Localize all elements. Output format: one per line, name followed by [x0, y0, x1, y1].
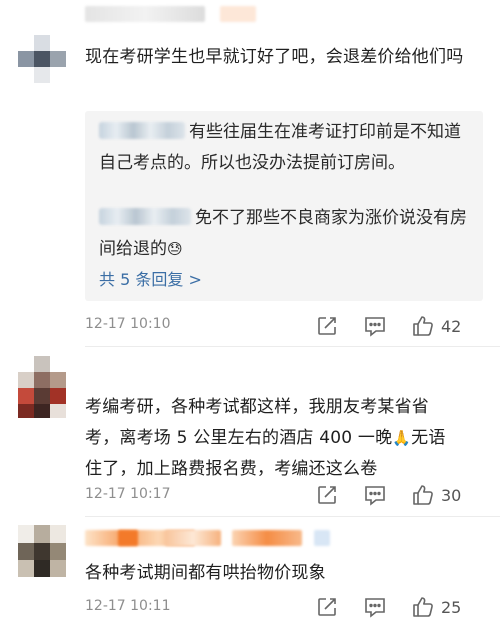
like-count: 25 — [441, 597, 462, 617]
comment-icon — [365, 317, 385, 337]
comment-actions: 30 — [276, 482, 486, 508]
username-blurred — [232, 530, 302, 546]
comment-text: 考编考研，各种考试都这样，我朋友考某省省 考，离考场 5 公里左右的酒店 400… — [85, 392, 480, 485]
reply-username-blurred[interactable] — [99, 122, 185, 139]
thumbs-up-icon — [413, 597, 433, 617]
comment-text-line: 住了，加上路费报名费，考编还这么卷 — [85, 459, 378, 479]
comment-button[interactable] — [363, 482, 387, 508]
username-blurred — [220, 6, 256, 22]
thumbs-up-icon — [413, 485, 433, 505]
share-icon — [318, 598, 336, 616]
divider — [85, 346, 500, 347]
comment-actions: 25 — [276, 594, 486, 620]
username-blurred — [118, 530, 138, 546]
sweat-emoji: 😓 — [167, 240, 183, 258]
avatar[interactable] — [18, 356, 66, 418]
comment-icon — [365, 486, 385, 506]
comment-actions: 42 — [276, 313, 486, 339]
comment-text-segment: 考，离考场 5 公里左右的酒店 400 一晚 — [85, 428, 393, 448]
share-icon — [318, 486, 336, 504]
divider — [85, 516, 500, 517]
share-button[interactable] — [316, 594, 338, 620]
like-count: 30 — [441, 485, 462, 505]
reply-item[interactable]: 有些往届生在准考证打印前是不知道自己考点的。所以也没办法提前订房间。 — [99, 117, 469, 179]
share-button[interactable] — [316, 482, 338, 508]
comment-text-segment: 无语 — [411, 428, 446, 448]
comment-icon — [365, 598, 385, 618]
comment-time: 12-17 10:10 — [85, 316, 171, 332]
comment-button[interactable] — [363, 313, 387, 339]
comment-time: 12-17 10:17 — [85, 486, 171, 502]
like-button[interactable]: 42 — [411, 313, 461, 339]
reply-username-blurred[interactable] — [99, 208, 191, 225]
reply-item[interactable]: 免不了那些不良商家为涨价说没有房间给退的😓 — [99, 203, 469, 265]
username-blurred — [165, 530, 221, 546]
username-blurred — [314, 530, 330, 546]
avatar[interactable] — [18, 35, 66, 83]
comment-text-line: 考编考研，各种考试都这样，我朋友考某省省 — [85, 397, 429, 417]
comment-text-line: 考，离考场 5 公里左右的酒店 400 一晚🙏无语 — [85, 423, 480, 454]
like-count: 42 — [441, 316, 462, 336]
comment-text: 各种考试期间都有哄抬物价现象 — [85, 563, 326, 583]
comment-button[interactable] — [363, 594, 387, 620]
avatar[interactable] — [18, 525, 66, 577]
share-icon — [318, 317, 336, 335]
like-button[interactable]: 25 — [411, 594, 461, 620]
comment-text: 现在考研学生也早就订好了吧，会退差价给他们吗 — [85, 47, 464, 67]
pray-emoji: 🙏 — [392, 429, 412, 447]
username-blurred[interactable] — [85, 6, 205, 22]
share-button[interactable] — [316, 313, 338, 339]
thumbs-up-icon — [413, 316, 433, 336]
comment-time: 12-17 10:11 — [85, 598, 171, 614]
more-replies-link[interactable]: 共 5 条回复 > — [99, 266, 202, 290]
replies-panel[interactable]: 有些往届生在准考证打印前是不知道自己考点的。所以也没办法提前订房间。 免不了那些… — [85, 111, 483, 301]
like-button[interactable]: 30 — [411, 482, 461, 508]
